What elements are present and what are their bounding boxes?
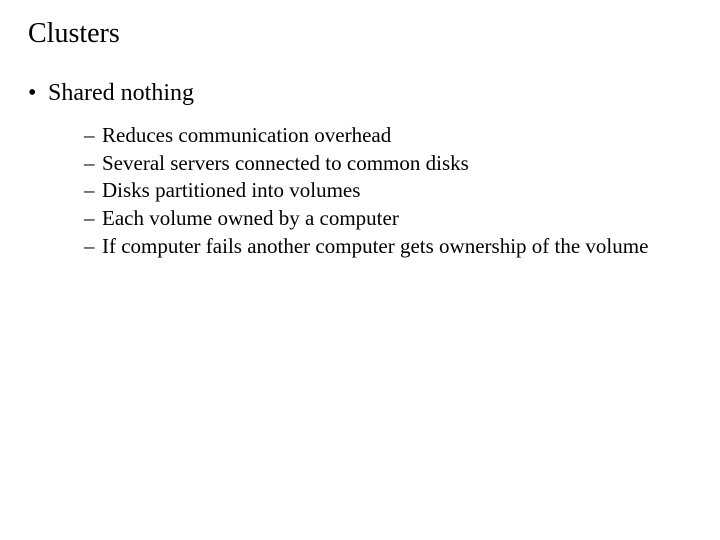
dash-marker: – [84, 150, 95, 178]
sub-text: Each volume owned by a computer [102, 206, 399, 230]
bullet-text: Shared nothing [48, 80, 194, 106]
bullet-item: • Shared nothing [28, 78, 720, 108]
sub-list: – Reduces communication overhead – Sever… [28, 122, 720, 261]
slide: Clusters • Shared nothing – Reduces comm… [0, 0, 720, 540]
sub-text: Disks partitioned into volumes [102, 178, 360, 202]
sub-item: – If computer fails another computer get… [84, 233, 720, 261]
sub-item: – Disks partitioned into volumes [84, 177, 720, 205]
sub-item: – Several servers connected to common di… [84, 150, 720, 178]
dash-marker: – [84, 122, 95, 150]
bullet-marker: • [28, 78, 36, 108]
sub-item: – Reduces communication overhead [84, 122, 720, 150]
dash-marker: – [84, 177, 95, 205]
sub-text: Several servers connected to common disk… [102, 151, 469, 175]
sub-text: Reduces communication overhead [102, 123, 391, 147]
dash-marker: – [84, 233, 95, 261]
dash-marker: – [84, 205, 95, 233]
sub-text: If computer fails another computer gets … [102, 234, 648, 258]
sub-item: – Each volume owned by a computer [84, 205, 720, 233]
slide-title: Clusters [28, 18, 720, 50]
